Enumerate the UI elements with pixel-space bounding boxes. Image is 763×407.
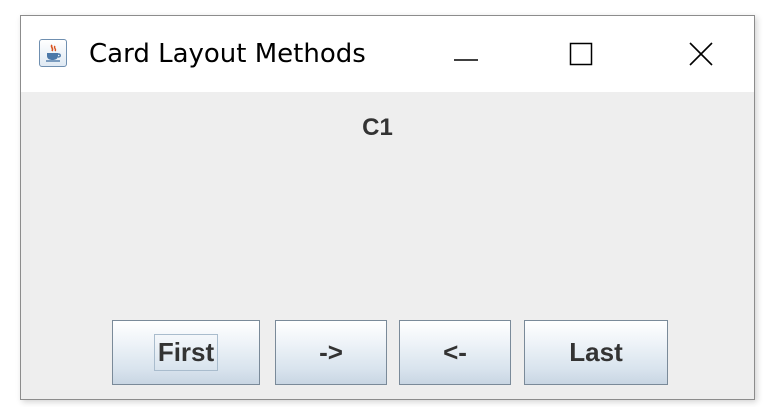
- close-icon: [689, 42, 713, 66]
- card-panel: C1 First -> <- Last: [21, 92, 754, 399]
- last-button-label: Last: [569, 337, 623, 367]
- card-label: C1: [362, 114, 393, 141]
- minimize-icon: [454, 59, 478, 61]
- app-window: Card Layout Methods C1 First -> <- Last: [20, 15, 755, 400]
- next-button[interactable]: ->: [275, 320, 387, 385]
- first-button-label: First: [153, 334, 219, 371]
- button-row: First -> <- Last: [21, 320, 754, 390]
- maximize-icon: [569, 42, 593, 66]
- maximize-button[interactable]: [541, 26, 621, 82]
- title-bar[interactable]: Card Layout Methods: [21, 16, 754, 92]
- next-button-label: ->: [319, 337, 343, 367]
- previous-button-label: <-: [443, 337, 467, 367]
- previous-button[interactable]: <-: [399, 320, 511, 385]
- last-button[interactable]: Last: [524, 320, 668, 385]
- java-cup-icon[interactable]: [39, 39, 67, 67]
- close-button[interactable]: [661, 26, 741, 82]
- window-title: Card Layout Methods: [89, 39, 366, 69]
- first-button[interactable]: First: [112, 320, 260, 385]
- minimize-button[interactable]: [426, 26, 506, 82]
